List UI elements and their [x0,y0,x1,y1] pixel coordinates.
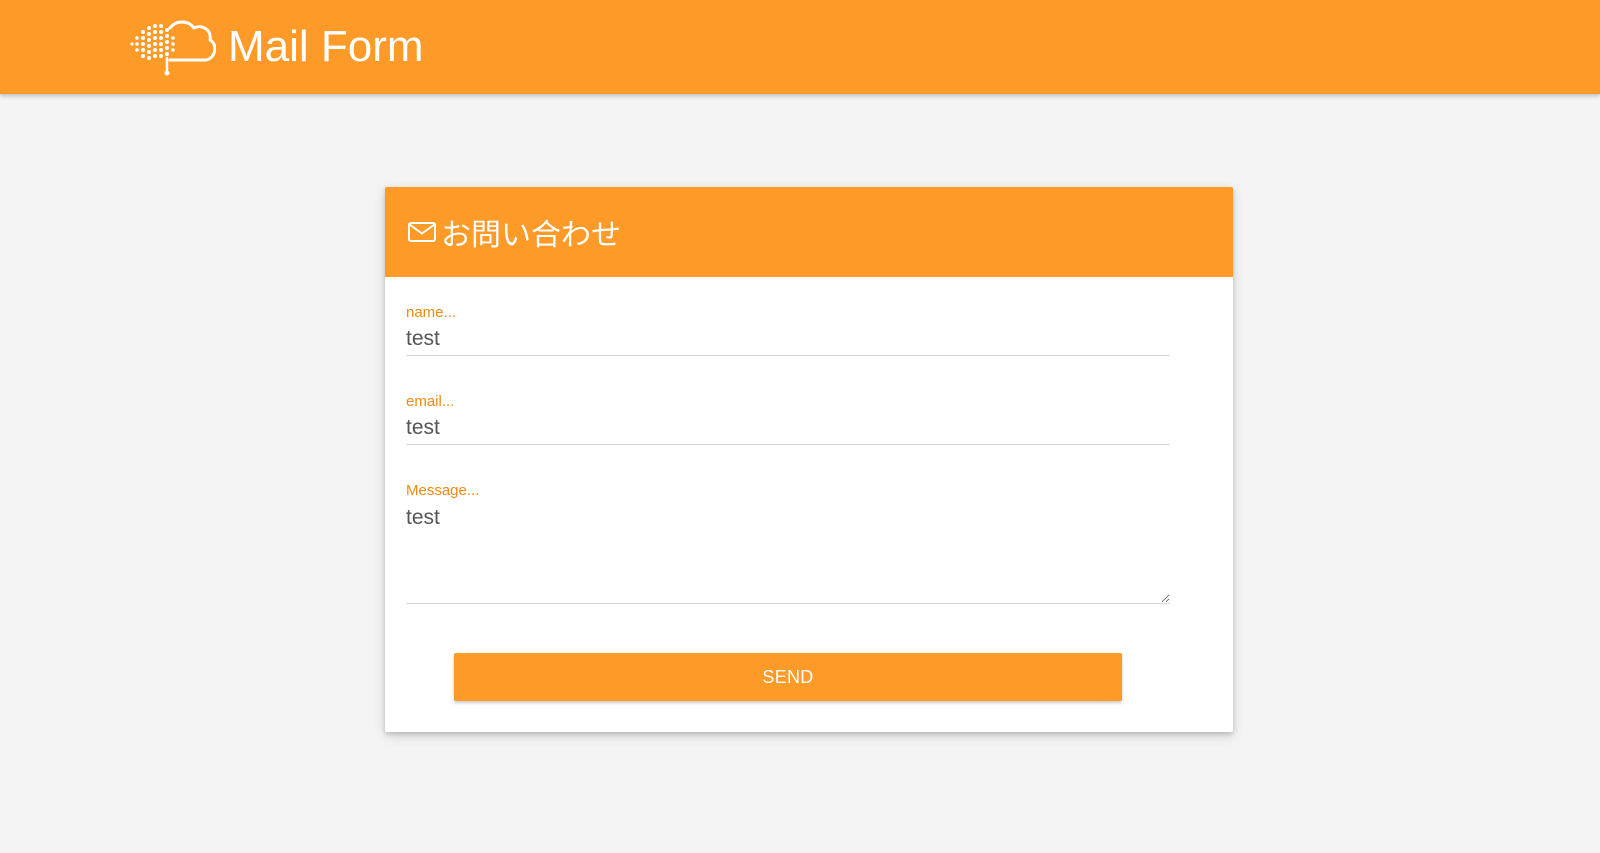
send-button[interactable]: SEND [454,653,1122,701]
name-label: name... [406,304,457,321]
cloud-dots-logo-icon [130,20,216,76]
card-title: お問い合わせ [407,209,621,255]
card-header: お問い合わせ [385,187,1233,277]
contact-form-card: お問い合わせ name... email... Message... test … [385,187,1233,732]
email-field-group: email... [406,393,1170,445]
email-label: email... [406,393,455,410]
message-field-group: Message... test [406,482,1170,604]
brand[interactable]: Mail Form [130,18,424,76]
name-input[interactable] [406,322,1170,356]
mail-icon [408,222,436,242]
card-title-text: お問い合わせ [441,219,621,252]
app-title: Mail Form [228,22,424,71]
email-input[interactable] [406,411,1170,445]
message-label: Message... [406,482,480,499]
name-field-group: name... [406,304,1170,356]
message-textarea[interactable]: test [406,500,1170,604]
app-header: Mail Form [0,0,1600,94]
